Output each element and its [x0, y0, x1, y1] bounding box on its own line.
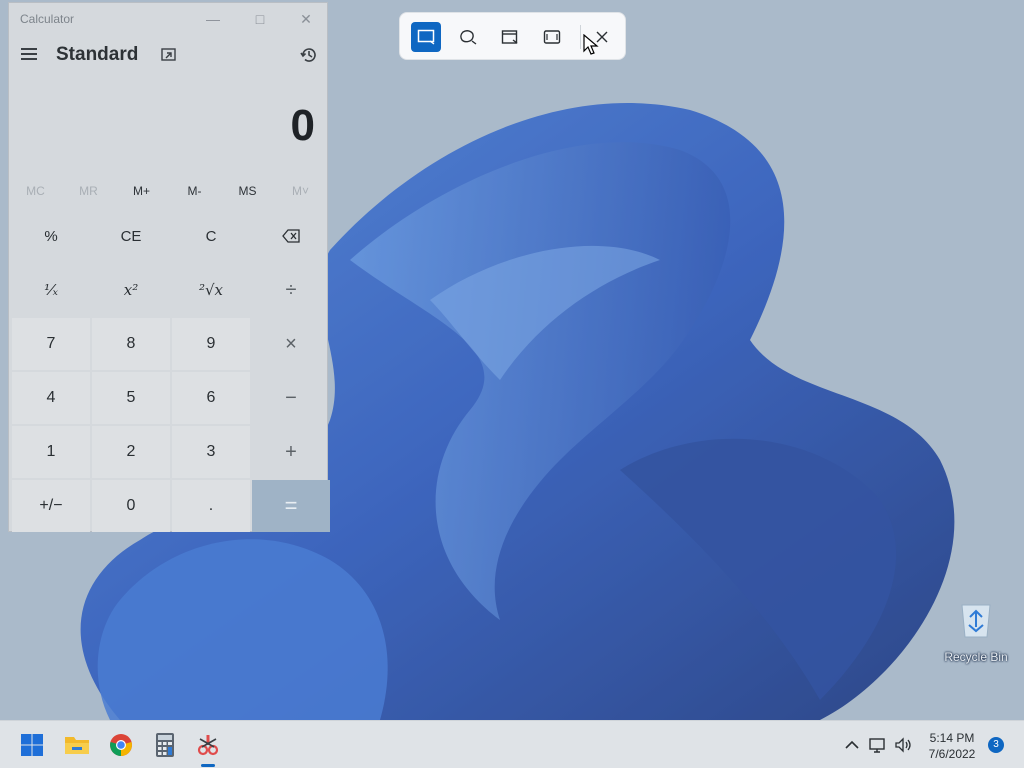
digit-7-button[interactable]: 7 [12, 318, 90, 370]
taskbar-calculator[interactable] [149, 729, 181, 761]
memory-subtract-button[interactable]: M- [168, 179, 221, 203]
freeform-snip-icon [460, 30, 477, 45]
memory-clear-button[interactable]: MC [9, 179, 62, 203]
clock-time: 5:14 PM [929, 731, 975, 745]
volume-icon[interactable] [893, 735, 913, 755]
active-app-indicator [201, 764, 215, 767]
square-root-button[interactable]: ²√x [172, 264, 250, 316]
square-button[interactable]: x² [92, 264, 170, 316]
folder-icon [65, 737, 89, 754]
chrome-icon [110, 734, 132, 756]
rectangular-snip-button[interactable] [411, 22, 441, 52]
notification-badge[interactable]: 3 [988, 737, 1004, 753]
digit-3-button[interactable]: 3 [172, 426, 250, 478]
clock-date: 7/6/2022 [928, 747, 976, 761]
keep-on-top-icon[interactable] [159, 45, 179, 65]
taskbar-chrome[interactable] [105, 729, 137, 761]
reciprocal-label: ¹⁄ₓ [44, 281, 58, 299]
memory-store-button[interactable]: MS [221, 179, 274, 203]
subtract-button[interactable]: − [252, 372, 330, 424]
taskbar-file-explorer[interactable] [61, 729, 93, 761]
calculator-titlebar[interactable]: Calculator — □ ✕ [9, 3, 327, 35]
fullscreen-snip-icon [543, 30, 561, 44]
memory-list-button[interactable]: M˅ [274, 179, 327, 203]
memory-row: MC MR M+ M- MS M˅ [9, 179, 327, 203]
decimal-button[interactable]: . [172, 480, 250, 532]
mouse-cursor-icon [583, 34, 599, 55]
recycle-bin[interactable]: Recycle Bin [940, 597, 1012, 664]
percent-button[interactable]: % [12, 210, 90, 262]
minimize-button[interactable]: — [199, 7, 227, 31]
chevron-up-icon[interactable] [842, 735, 862, 755]
calculator-window: Calculator — □ ✕ Standard 0 MC MR M+ M- … [8, 2, 330, 532]
result-display: 0 [290, 101, 315, 150]
equals-button[interactable]: = [252, 480, 330, 532]
window-snip-icon [501, 30, 518, 44]
hamburger-menu-icon[interactable] [19, 45, 39, 65]
recycle-bin-icon [961, 604, 991, 638]
digit-9-button[interactable]: 9 [172, 318, 250, 370]
window-snip-button[interactable] [495, 22, 525, 52]
digit-1-button[interactable]: 1 [12, 426, 90, 478]
memory-add-button[interactable]: M+ [115, 179, 168, 203]
divide-button[interactable]: ÷ [252, 264, 330, 316]
multiply-button[interactable]: × [252, 318, 330, 370]
fullscreen-snip-button[interactable] [537, 22, 567, 52]
square-root-label: ²√x [198, 281, 224, 299]
backspace-icon [282, 229, 300, 243]
freeform-snip-button[interactable] [453, 22, 483, 52]
close-button[interactable]: ✕ [292, 7, 320, 31]
start-button[interactable] [16, 729, 48, 761]
digit-6-button[interactable]: 6 [172, 372, 250, 424]
clear-button[interactable]: C [172, 210, 250, 262]
digit-8-button[interactable]: 8 [92, 318, 170, 370]
memory-recall-button[interactable]: MR [62, 179, 115, 203]
digit-2-button[interactable]: 2 [92, 426, 170, 478]
taskbar-snipping-tool[interactable] [192, 729, 224, 761]
digit-5-button[interactable]: 5 [92, 372, 170, 424]
negate-button[interactable]: +/− [12, 480, 90, 532]
windows-logo-icon [21, 734, 43, 756]
network-icon[interactable] [868, 735, 888, 755]
square-label: x² [123, 281, 139, 299]
toolbar-separator [580, 25, 581, 49]
calculator-header: Standard [9, 37, 327, 77]
add-button[interactable]: + [252, 426, 330, 478]
taskbar-clock[interactable]: 5:14 PM 7/6/2022 [920, 730, 984, 762]
keypad: % CE C ¹⁄ₓ x² ²√x ÷ 7 8 9 × 4 5 6 − 1 2 … [12, 210, 330, 532]
mode-title: Standard [56, 44, 139, 65]
recycle-bin-label: Recycle Bin [944, 650, 1008, 664]
maximize-button[interactable]: □ [246, 7, 274, 31]
clear-entry-button[interactable]: CE [92, 210, 170, 262]
calculator-icon [156, 733, 174, 757]
reciprocal-button[interactable]: ¹⁄ₓ [12, 264, 90, 316]
window-title: Calculator [20, 12, 75, 26]
scissors-icon [197, 735, 219, 756]
backspace-button[interactable] [252, 210, 330, 262]
history-icon[interactable] [299, 45, 319, 65]
digit-4-button[interactable]: 4 [12, 372, 90, 424]
rectangle-snip-icon [417, 29, 435, 45]
digit-0-button[interactable]: 0 [92, 480, 170, 532]
taskbar: 5:14 PM 7/6/2022 3 [0, 720, 1024, 768]
